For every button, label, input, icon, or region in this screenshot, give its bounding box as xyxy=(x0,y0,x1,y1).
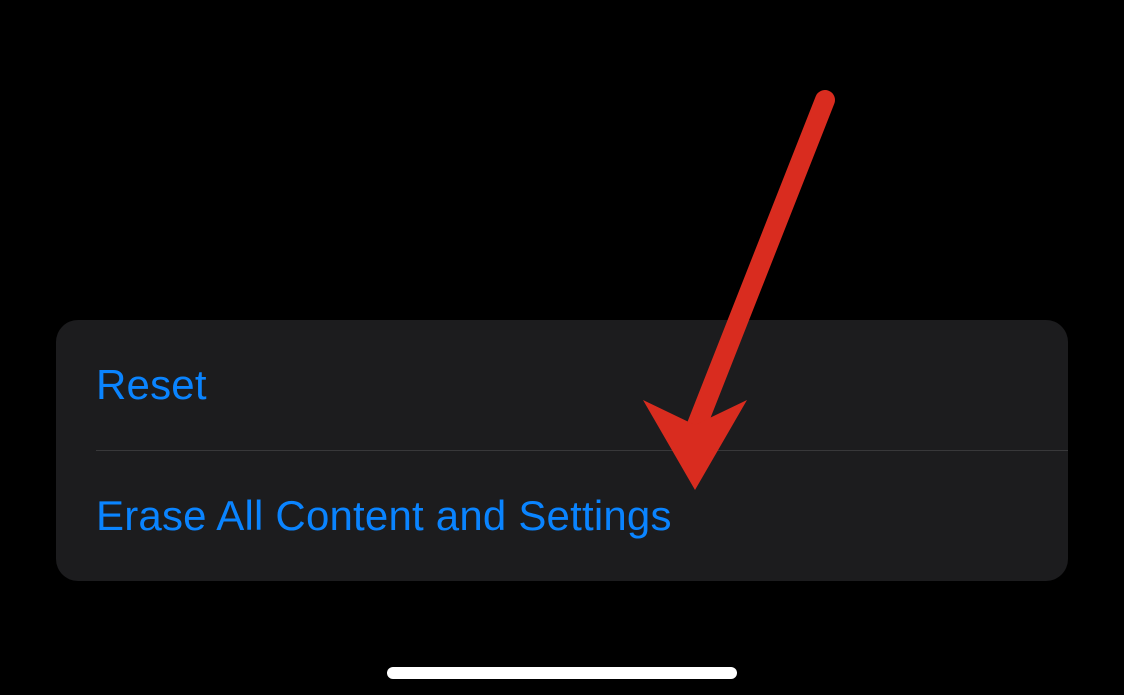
settings-group: Reset Erase All Content and Settings xyxy=(56,320,1068,581)
reset-label: Reset xyxy=(96,361,207,409)
erase-all-row[interactable]: Erase All Content and Settings xyxy=(56,451,1068,581)
erase-all-label: Erase All Content and Settings xyxy=(96,492,672,540)
reset-row[interactable]: Reset xyxy=(56,320,1068,450)
home-indicator[interactable] xyxy=(387,667,737,679)
